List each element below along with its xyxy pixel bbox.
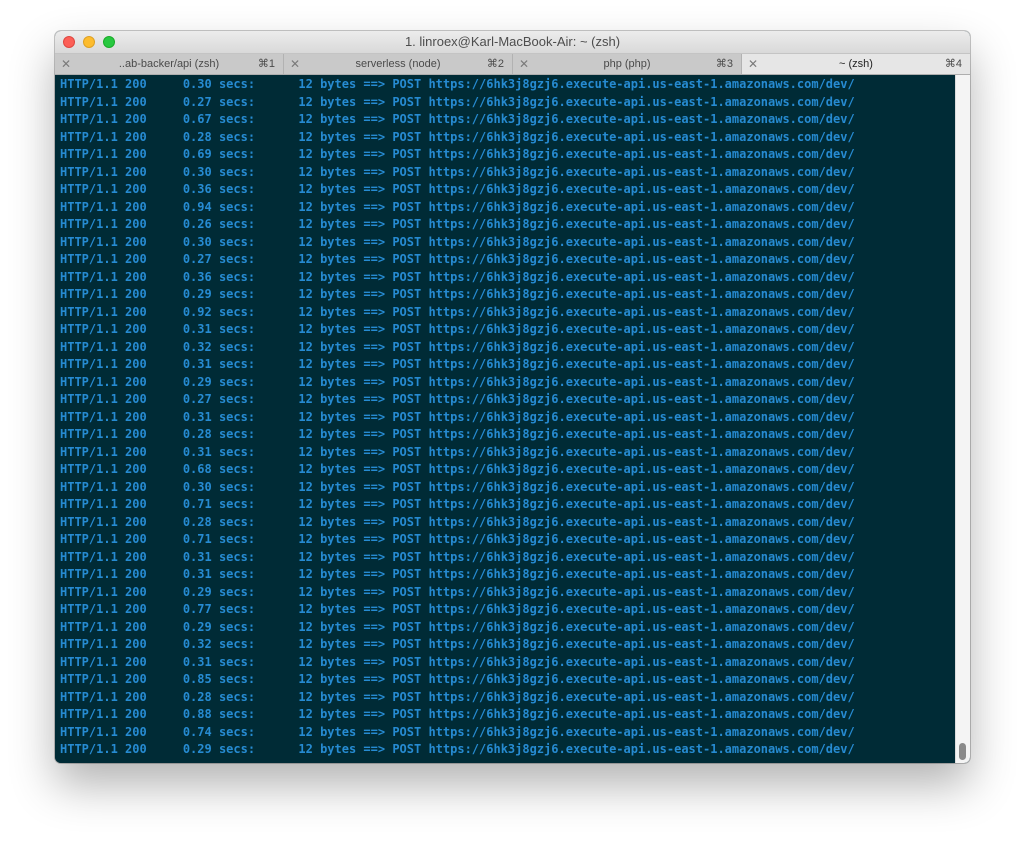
terminal-line: HTTP/1.1 200 0.69 secs: 12 bytes ==> POS…	[60, 147, 855, 161]
terminal-line: HTTP/1.1 200 0.27 secs: 12 bytes ==> POS…	[60, 392, 855, 406]
tab-shortcut: ⌘4	[944, 58, 962, 70]
tab-label: ..ab-backer/api (zsh)	[118, 58, 220, 70]
terminal-line: HTTP/1.1 200 0.29 secs: 12 bytes ==> POS…	[60, 374, 855, 389]
tab-3[interactable]: ✕ php (php) ⌘3	[513, 54, 742, 74]
tab-1[interactable]: ✕ ..ab-backer/api (zsh) ⌘1	[55, 54, 284, 74]
terminal-line: HTTP/1.1 200 0.30 secs: 12 bytes ==> POS…	[60, 77, 855, 91]
tab-close-icon[interactable]: ✕	[748, 54, 758, 74]
terminal-line: HTTP/1.1 200 0.28 secs: 12 bytes ==> POS…	[60, 514, 855, 529]
tab-4[interactable]: ✕ ~ (zsh) ⌘4	[742, 54, 970, 74]
terminal-line: HTTP/1.1 200 0.30 secs: 12 bytes ==> POS…	[60, 164, 855, 179]
terminal-output[interactable]: HTTP/1.1 200 0.30 secs: 12 bytes ==> POS…	[55, 75, 970, 763]
terminal-line: HTTP/1.1 200 0.32 secs: 12 bytes ==> POS…	[60, 339, 855, 354]
tab-close-icon[interactable]: ✕	[290, 54, 300, 74]
terminal-line: HTTP/1.1 200 0.31 secs: 12 bytes ==> POS…	[60, 654, 855, 669]
terminal-line: HTTP/1.1 200 0.36 secs: 12 bytes ==> POS…	[60, 182, 855, 196]
terminal-window: 1. linroex@Karl-MacBook-Air: ~ (zsh) ✕ .…	[55, 31, 970, 763]
terminal-line: HTTP/1.1 200 0.36 secs: 12 bytes ==> POS…	[60, 269, 855, 284]
terminal-line: HTTP/1.1 200 0.28 secs: 12 bytes ==> POS…	[60, 689, 855, 704]
terminal-line: HTTP/1.1 200 0.71 secs: 12 bytes ==> POS…	[60, 497, 855, 511]
terminal-line: HTTP/1.1 200 0.88 secs: 12 bytes ==> POS…	[60, 707, 855, 721]
terminal-line: HTTP/1.1 200 0.68 secs: 12 bytes ==> POS…	[60, 462, 855, 476]
terminal-line: HTTP/1.1 200 0.31 secs: 12 bytes ==> POS…	[60, 567, 855, 581]
terminal-line: HTTP/1.1 200 0.29 secs: 12 bytes ==> POS…	[60, 287, 855, 301]
tab-bar: ✕ ..ab-backer/api (zsh) ⌘1 ✕ serverless …	[55, 54, 970, 75]
tab-shortcut: ⌘1	[257, 58, 275, 70]
terminal-line: HTTP/1.1 200 0.74 secs: 12 bytes ==> POS…	[60, 724, 855, 739]
tab-close-icon[interactable]: ✕	[61, 54, 71, 74]
terminal-line: HTTP/1.1 200 0.92 secs: 12 bytes ==> POS…	[60, 304, 855, 319]
tab-label: ~ (zsh)	[839, 58, 873, 70]
terminal-line: HTTP/1.1 200 0.27 secs: 12 bytes ==> POS…	[60, 252, 855, 266]
tab-shortcut: ⌘2	[486, 58, 504, 70]
scrollbar-thumb[interactable]	[959, 743, 966, 760]
terminal-line: HTTP/1.1 200 0.85 secs: 12 bytes ==> POS…	[60, 672, 855, 686]
terminal-line: HTTP/1.1 200 0.31 secs: 12 bytes ==> POS…	[60, 322, 855, 336]
terminal-line: HTTP/1.1 200 0.77 secs: 12 bytes ==> POS…	[60, 602, 855, 616]
terminal-line: HTTP/1.1 200 0.94 secs: 12 bytes ==> POS…	[60, 199, 855, 214]
terminal-line: HTTP/1.1 200 0.27 secs: 12 bytes ==> POS…	[60, 94, 855, 109]
terminal-line: HTTP/1.1 200 0.29 secs: 12 bytes ==> POS…	[60, 584, 855, 599]
terminal-line: HTTP/1.1 200 0.28 secs: 12 bytes ==> POS…	[60, 427, 855, 441]
tab-label: serverless (node)	[355, 58, 441, 70]
tab-label: php (php)	[603, 58, 651, 70]
tab-2[interactable]: ✕ serverless (node) ⌘2	[284, 54, 513, 74]
terminal-line: HTTP/1.1 200 0.30 secs: 12 bytes ==> POS…	[60, 234, 855, 249]
terminal-line: HTTP/1.1 200 0.71 secs: 12 bytes ==> POS…	[60, 532, 855, 546]
tab-close-icon[interactable]: ✕	[519, 54, 529, 74]
title-bar: 1. linroex@Karl-MacBook-Air: ~ (zsh)	[55, 31, 970, 54]
terminal-line: HTTP/1.1 200 0.31 secs: 12 bytes ==> POS…	[60, 409, 855, 424]
terminal-line: HTTP/1.1 200 0.30 secs: 12 bytes ==> POS…	[60, 479, 855, 494]
terminal-lines: HTTP/1.1 200 0.30 secs: 12 bytes ==> POS…	[60, 76, 950, 759]
terminal-line: HTTP/1.1 200 0.31 secs: 12 bytes ==> POS…	[60, 357, 855, 371]
terminal-line: HTTP/1.1 200 0.29 secs: 12 bytes ==> POS…	[60, 742, 855, 756]
terminal-line: HTTP/1.1 200 0.31 secs: 12 bytes ==> POS…	[60, 549, 855, 564]
tab-shortcut: ⌘3	[715, 58, 733, 70]
terminal-line: HTTP/1.1 200 0.29 secs: 12 bytes ==> POS…	[60, 619, 855, 634]
terminal-line: HTTP/1.1 200 0.26 secs: 12 bytes ==> POS…	[60, 217, 855, 231]
terminal-line: HTTP/1.1 200 0.31 secs: 12 bytes ==> POS…	[60, 444, 855, 459]
terminal-line: HTTP/1.1 200 0.28 secs: 12 bytes ==> POS…	[60, 129, 855, 144]
vertical-scrollbar[interactable]	[955, 75, 970, 763]
window-title: 1. linroex@Karl-MacBook-Air: ~ (zsh)	[404, 34, 621, 49]
terminal-line: HTTP/1.1 200 0.32 secs: 12 bytes ==> POS…	[60, 637, 855, 651]
terminal-line: HTTP/1.1 200 0.67 secs: 12 bytes ==> POS…	[60, 112, 855, 126]
